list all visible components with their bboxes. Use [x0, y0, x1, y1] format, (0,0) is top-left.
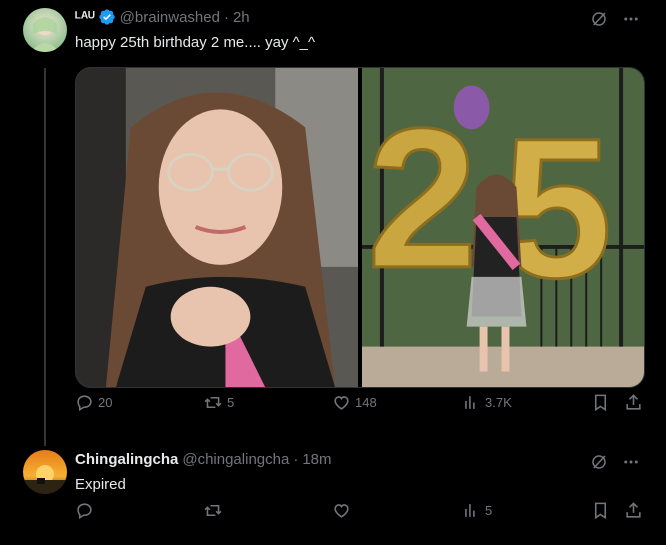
- views-icon: [465, 395, 475, 409]
- more-icon[interactable]: [622, 10, 640, 28]
- share-button[interactable]: [624, 393, 643, 412]
- reply-button[interactable]: 20: [75, 393, 112, 412]
- retweet-icon: [204, 396, 222, 408]
- reply-icon: [77, 394, 92, 411]
- separator: ·: [293, 451, 299, 468]
- like-button[interactable]: [332, 501, 355, 520]
- like-count: 148: [355, 394, 377, 410]
- views-icon: [465, 503, 475, 517]
- svg-text:2: 2: [367, 88, 478, 310]
- thread-line: [44, 68, 46, 446]
- bookmark-button[interactable]: [591, 393, 610, 412]
- tweet-media[interactable]: 2 5: [75, 67, 645, 388]
- timestamp[interactable]: 18m: [302, 451, 331, 468]
- tweet-text: Expired: [75, 476, 126, 493]
- separator: ·: [223, 8, 229, 26]
- bookmark-icon: [594, 394, 607, 411]
- reply-icon: [77, 502, 92, 519]
- bookmark-icon: [594, 502, 607, 519]
- like-button[interactable]: 148: [332, 393, 377, 412]
- share-icon: [626, 501, 641, 518]
- tweet-reply[interactable]: Chingalingcha @chingalingcha · 18m Expir…: [0, 440, 666, 545]
- grok-icon[interactable]: [590, 453, 608, 471]
- retweet-button[interactable]: 5: [203, 393, 234, 412]
- views-button[interactable]: 3.7K: [462, 393, 512, 412]
- retweet-button[interactable]: [203, 501, 227, 520]
- display-name[interactable]: ᴸᴬᵁ: [75, 9, 95, 26]
- grok-icon[interactable]: [590, 10, 608, 28]
- photo-selfie[interactable]: [76, 68, 358, 387]
- tweet-header: ᴸᴬᵁ @brainwashed · 2h: [75, 8, 250, 26]
- view-count: 5: [485, 502, 493, 518]
- retweet-count: 5: [227, 394, 235, 410]
- timestamp[interactable]: 2h: [233, 9, 250, 26]
- views-button[interactable]: 5: [462, 501, 492, 520]
- like-icon: [334, 503, 349, 518]
- tweet-header: Chingalingcha @chingalingcha · 18m: [75, 451, 332, 468]
- handle[interactable]: @chingalingcha: [182, 451, 289, 468]
- share-button[interactable]: [624, 501, 643, 520]
- verified-badge-icon: [98, 9, 115, 25]
- avatar[interactable]: [23, 8, 67, 52]
- tweet-original[interactable]: ᴸᴬᵁ @brainwashed · 2h happy 25th birthda…: [0, 0, 666, 446]
- tweet-text: happy 25th birthday 2 me.... yay ^_^: [75, 34, 316, 51]
- avatar[interactable]: [23, 450, 67, 494]
- like-icon: [334, 395, 349, 410]
- photo-balloons[interactable]: 2 5: [362, 68, 644, 387]
- reply-count: 20: [98, 394, 113, 410]
- display-name[interactable]: Chingalingcha: [75, 451, 178, 468]
- retweet-icon: [204, 504, 222, 516]
- reply-button[interactable]: [75, 501, 98, 520]
- more-icon[interactable]: [622, 453, 640, 471]
- view-count: 3.7K: [485, 394, 512, 410]
- share-icon: [626, 393, 641, 410]
- bookmark-button[interactable]: [591, 501, 610, 520]
- handle[interactable]: @brainwashed: [120, 9, 220, 26]
